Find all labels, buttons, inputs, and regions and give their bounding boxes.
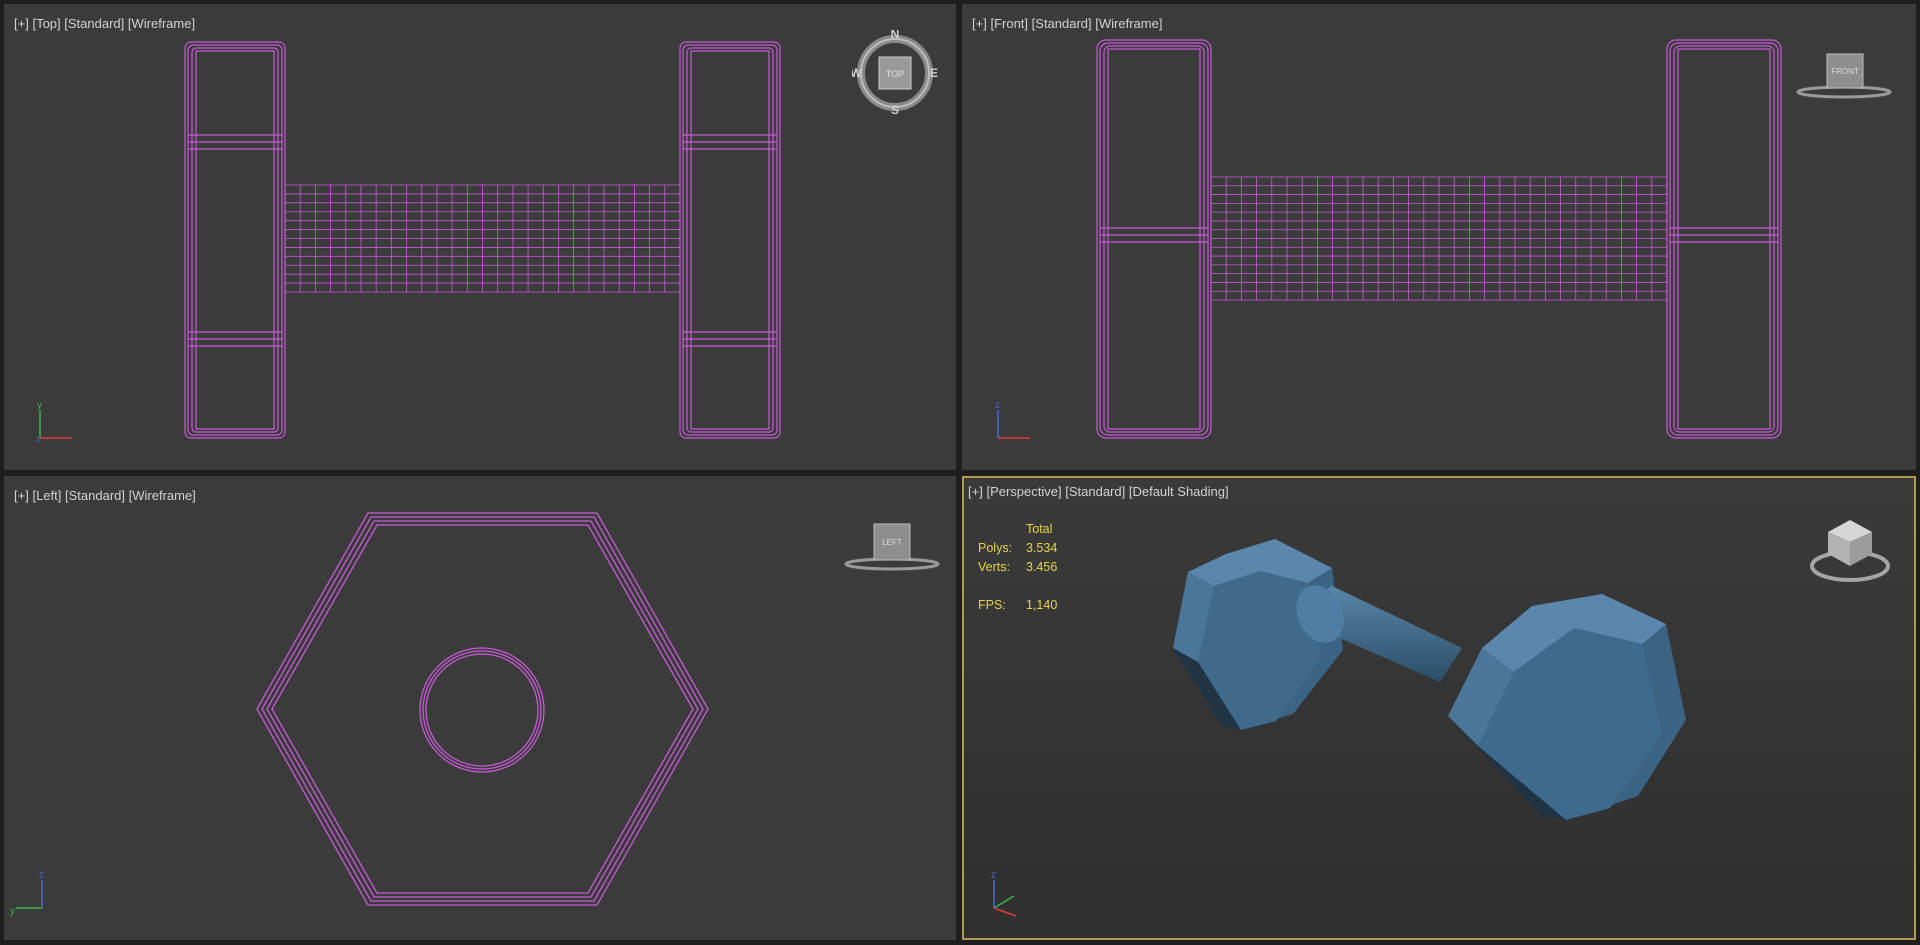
viewport-perspective[interactable]: [+] [Perspective] [Standard] [Default Sh… xyxy=(962,476,1916,940)
compass-widget[interactable]: TOP N S E W xyxy=(852,30,938,116)
axis-tripod-icon: z y xyxy=(10,870,44,917)
axis-tripod-icon: y z xyxy=(36,400,72,444)
compass-south: S xyxy=(891,103,899,116)
viewcube[interactable]: FRONT xyxy=(1794,50,1894,100)
viewcube-face-label: TOP xyxy=(886,69,904,79)
dumbbell-model xyxy=(1173,539,1686,820)
axis-tripod-icon: z xyxy=(991,870,1017,917)
svg-text:z: z xyxy=(36,435,40,444)
axis-tripod-icon: z xyxy=(995,400,1030,439)
viewport-top[interactable]: [+] [Top] [Standard] [Wireframe] TOP N S… xyxy=(4,4,956,470)
left-wireframe xyxy=(256,512,709,906)
top-wireframe xyxy=(184,41,781,439)
axis-y-label: y xyxy=(37,400,42,411)
viewport-left[interactable]: [+] [Left] [Standard] [Wireframe] LEFT z… xyxy=(4,476,956,940)
viewcube-face-label: FRONT xyxy=(1831,67,1859,76)
axis-z-label: z xyxy=(995,400,1000,411)
axis-z-label: z xyxy=(39,870,44,881)
front-wireframe xyxy=(1096,39,1782,439)
axis-y-label: y xyxy=(10,906,15,917)
compass-east: E xyxy=(930,66,938,80)
compass-west: W xyxy=(852,66,862,80)
viewcube[interactable]: LEFT xyxy=(844,520,944,572)
viewcube[interactable] xyxy=(1804,508,1894,588)
viewport-front[interactable]: [+] [Front] [Standard] [Wireframe] FRONT… xyxy=(962,4,1916,470)
axis-z-label: z xyxy=(991,870,996,881)
viewcube-face-label: LEFT xyxy=(882,538,902,547)
compass-north: N xyxy=(891,30,900,41)
